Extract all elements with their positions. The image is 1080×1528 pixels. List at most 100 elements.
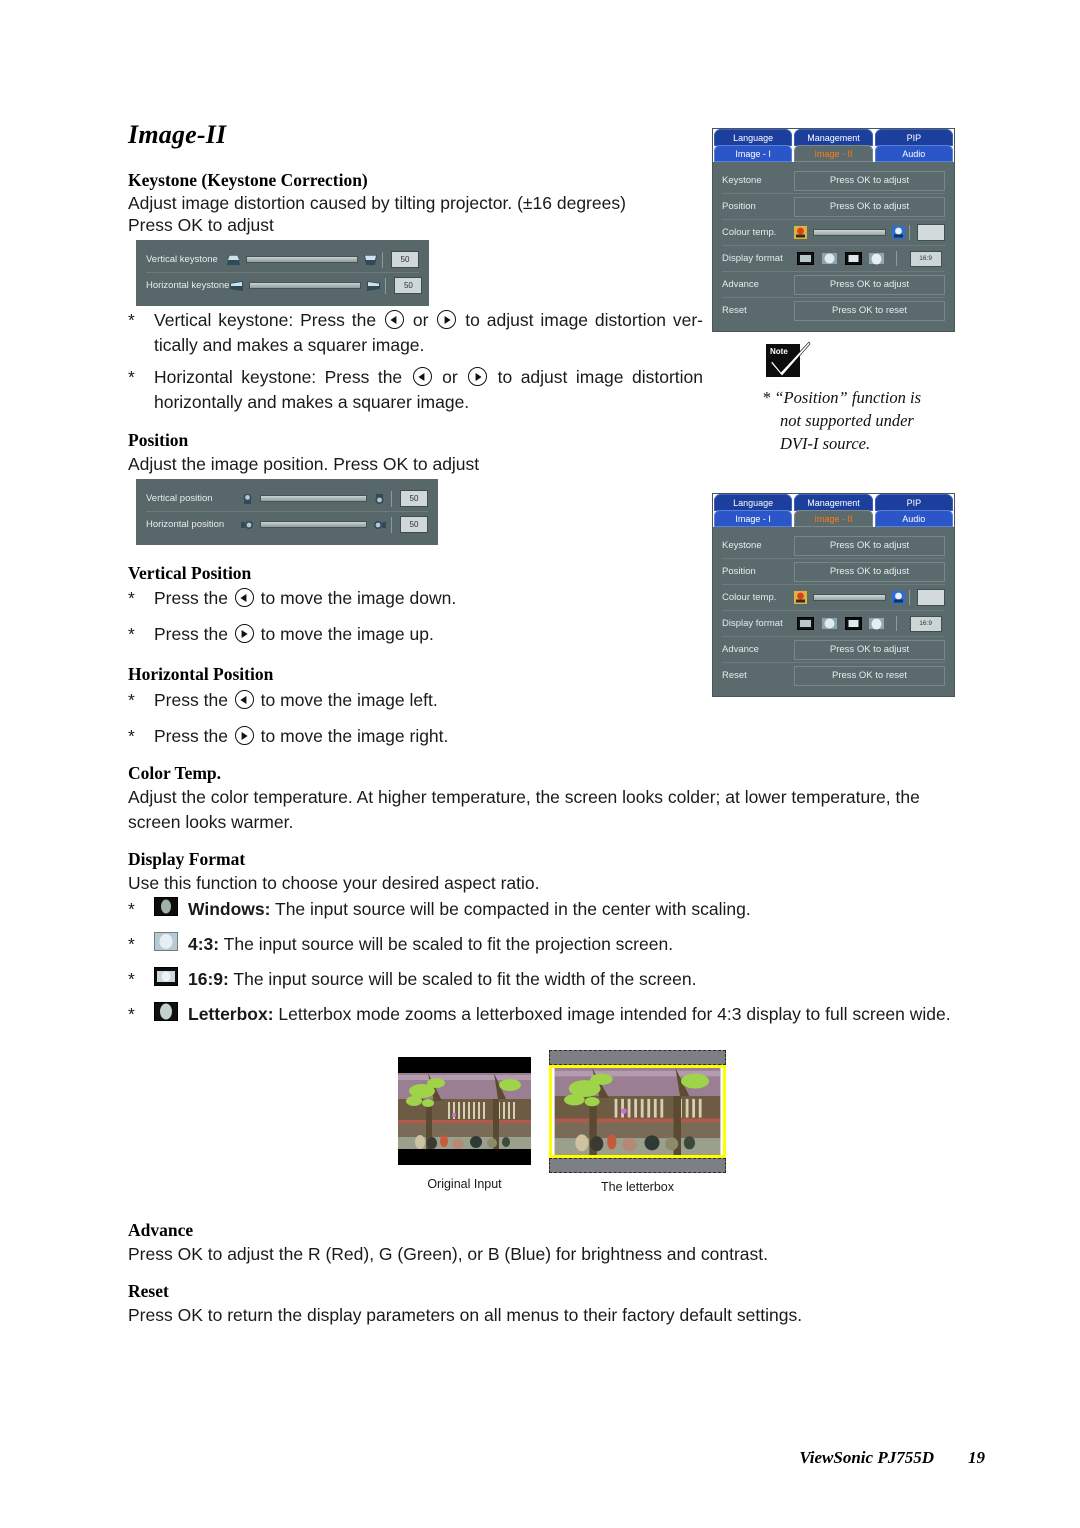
letterbox-image <box>549 1065 726 1158</box>
osd-tab-row-top: Language Management PIP <box>713 494 954 511</box>
tab-audio[interactable]: Audio <box>874 510 953 527</box>
display-format-item-windows: * Windows: The input source will be comp… <box>128 897 968 922</box>
page-title: Image-II <box>128 120 227 149</box>
bullet-marker: * <box>128 1004 135 1024</box>
tab-pip[interactable]: PIP <box>874 494 953 511</box>
vertical-position-slider[interactable] <box>260 495 367 502</box>
cool-temperature-icon <box>892 591 905 604</box>
divider <box>382 251 383 268</box>
divider <box>909 225 910 240</box>
position-widget-row[interactable]: Vertical position 50 <box>146 486 428 512</box>
original-input-image <box>398 1057 531 1165</box>
osd-row-position[interactable]: Position Press OK to adjust <box>722 194 945 220</box>
osd-row-colour-temp[interactable]: Colour temp. <box>722 220 945 246</box>
keystone-right-narrow-icon <box>367 280 381 291</box>
letterbox-format-option-icon[interactable] <box>868 617 886 630</box>
bullet-marker: * <box>128 367 135 387</box>
osd-rows: Keystone Press OK to adjust Position Pre… <box>713 162 954 331</box>
windows-format-option-icon[interactable] <box>797 617 815 630</box>
tab-management[interactable]: Management <box>794 494 873 511</box>
bullet-text-pre: Press the <box>154 624 233 644</box>
osd-row-position[interactable]: Position Press OK to adjust <box>722 559 945 585</box>
osd-label: Display format <box>722 618 783 629</box>
osd-label: Reset <box>722 670 747 681</box>
osd-row-reset[interactable]: Reset Press OK to reset <box>722 298 945 323</box>
move-up-icon <box>375 493 384 504</box>
bullet-marker: * <box>128 899 135 919</box>
bullet-text-pre: Horizontal keystone: Press the <box>154 367 411 387</box>
display-format-options[interactable]: 16:9 <box>794 250 945 267</box>
osd-value[interactable]: Press OK to adjust <box>794 196 945 217</box>
note-text: * “Position” function is not supported u… <box>762 386 977 455</box>
tab-image-ii[interactable]: Image - II <box>794 145 873 162</box>
keystone-heading: Keystone (Keystone Correction) <box>128 170 368 190</box>
tab-image-i[interactable]: Image - I <box>714 145 793 162</box>
osd-row-advance[interactable]: Advance Press OK to adjust <box>722 637 945 663</box>
divider <box>895 616 897 631</box>
sixteen-nine-format-option-icon[interactable] <box>844 617 862 630</box>
vertical-keystone-value: 50 <box>391 251 419 268</box>
colour-temp-value <box>917 224 945 241</box>
letterbox-image-stack <box>549 1050 726 1173</box>
letterbox-format-option-icon[interactable] <box>868 252 886 265</box>
advance-heading: Advance <box>128 1220 194 1240</box>
osd-row-reset[interactable]: Reset Press OK to reset <box>722 663 945 688</box>
divider <box>385 277 387 294</box>
colour-temp-slider[interactable] <box>794 224 945 241</box>
four-three-format-option-icon[interactable] <box>820 617 838 630</box>
horizontal-keystone-label: Horizontal keystone <box>146 280 230 291</box>
keystone-widget-row[interactable]: Horizontal keystone 50 <box>146 273 423 298</box>
colour-temp-track[interactable] <box>813 229 886 236</box>
osd-menu-panel-bottom[interactable]: Language Management PIP Image - I Image … <box>712 493 955 697</box>
osd-row-display-format[interactable]: Display format 16:9 <box>722 246 945 272</box>
vertical-keystone-slider[interactable] <box>246 256 358 263</box>
bullet-text-post: to move the image up. <box>255 624 434 644</box>
sixteen-nine-format-option-icon[interactable] <box>844 252 862 265</box>
windows-format-icon <box>154 897 178 916</box>
right-arrow-key-icon <box>437 310 457 329</box>
colour-temp-slider[interactable] <box>794 589 945 606</box>
osd-value[interactable]: Press OK to adjust <box>794 170 945 191</box>
display-format-options[interactable]: 16:9 <box>794 615 945 632</box>
osd-value[interactable]: Press OK to reset <box>794 665 945 686</box>
tab-audio[interactable]: Audio <box>874 145 953 162</box>
horizontal-position-value: 50 <box>400 516 428 533</box>
osd-tab-bar: Language Management PIP Image - I Image … <box>713 494 954 527</box>
osd-value[interactable]: Press OK to reset <box>794 300 945 321</box>
display-format-item-4-3: * 4:3: The input source will be scaled t… <box>128 932 968 957</box>
horizontal-keystone-slider[interactable] <box>249 282 362 289</box>
tab-management[interactable]: Management <box>794 129 873 146</box>
osd-row-display-format[interactable]: Display format 16:9 <box>722 611 945 637</box>
osd-value[interactable]: Press OK to adjust <box>794 535 945 556</box>
osd-value[interactable]: Press OK to adjust <box>794 561 945 582</box>
osd-tab-bar: Language Management PIP Image - I Image … <box>713 129 954 162</box>
osd-value[interactable]: Press OK to adjust <box>794 639 945 660</box>
colour-temp-track[interactable] <box>813 594 886 601</box>
tab-pip[interactable]: PIP <box>874 129 953 146</box>
horizontal-position-slider[interactable] <box>260 521 367 528</box>
four-three-format-option-icon[interactable] <box>820 252 838 265</box>
osd-menu-panel-top[interactable]: Language Management PIP Image - I Image … <box>712 128 955 332</box>
tab-language[interactable]: Language <box>714 129 793 146</box>
vertical-position-label: Vertical position <box>146 493 213 504</box>
letterbox-bottom-band <box>549 1158 726 1173</box>
format-text: The input source will be scaled to fit t… <box>228 969 697 989</box>
osd-row-colour-temp[interactable]: Colour temp. <box>722 585 945 611</box>
warm-temperature-icon <box>794 591 807 604</box>
tab-image-ii[interactable]: Image - II <box>794 510 873 527</box>
move-right-icon <box>374 520 386 529</box>
tab-language[interactable]: Language <box>714 494 793 511</box>
windows-format-option-icon[interactable] <box>797 252 815 265</box>
osd-label: Position <box>722 566 756 577</box>
osd-row-advance[interactable]: Advance Press OK to adjust <box>722 272 945 298</box>
bullet-text-mid: or <box>405 310 436 330</box>
tab-image-i[interactable]: Image - I <box>714 510 793 527</box>
bullet-text-pre: Press the <box>154 690 233 710</box>
osd-row-keystone[interactable]: Keystone Press OK to adjust <box>722 533 945 559</box>
osd-value[interactable]: Press OK to adjust <box>794 274 945 295</box>
position-widget-row[interactable]: Horizontal position 50 <box>146 512 428 537</box>
osd-label: Position <box>722 201 756 212</box>
keystone-widget-row[interactable]: Vertical keystone 50 <box>146 247 419 273</box>
format-text: The input source will be scaled to fit t… <box>219 934 674 954</box>
osd-row-keystone[interactable]: Keystone Press OK to adjust <box>722 168 945 194</box>
